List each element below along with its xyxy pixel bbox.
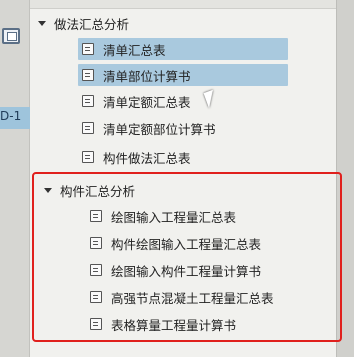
report-icon [82, 43, 94, 55]
tree-item-label: 清单部位计算书 [103, 68, 191, 84]
caret-down-icon[interactable] [38, 20, 46, 26]
tree-item-label: 构件做法汇总表 [103, 150, 191, 166]
left-row-label: D-1 [0, 109, 22, 123]
tree-item-label: 清单定额部位计算书 [103, 121, 216, 137]
group-title: 做法汇总分析 [54, 16, 130, 32]
tree-item-bill-quota-location-calc[interactable]: 清单定额部位计算书 [78, 117, 216, 139]
annotation-highlight-box [32, 172, 342, 342]
tree-item-bill-quota-summary[interactable]: 清单定额汇总表 [78, 90, 191, 112]
tree-item-label: 清单汇总表 [103, 42, 166, 58]
tree-item-component-method-summary[interactable]: 构件做法汇总表 [78, 146, 191, 168]
report-icon [82, 95, 94, 107]
tree-item-label: 清单定额汇总表 [103, 94, 191, 110]
group-header-method-summary[interactable]: 做法汇总分析 [38, 14, 129, 32]
report-icon [82, 69, 94, 81]
panel-top-border [30, 0, 336, 9]
left-selected-row[interactable]: D-1 [0, 107, 30, 129]
report-icon [82, 122, 94, 134]
window-icon[interactable] [2, 28, 20, 44]
report-icon [82, 151, 94, 163]
left-panel: D-1 [0, 0, 30, 357]
tree-item-bill-location-calc[interactable]: 清单部位计算书 [78, 64, 288, 86]
tree-item-bill-summary[interactable]: 清单汇总表 [78, 38, 288, 60]
